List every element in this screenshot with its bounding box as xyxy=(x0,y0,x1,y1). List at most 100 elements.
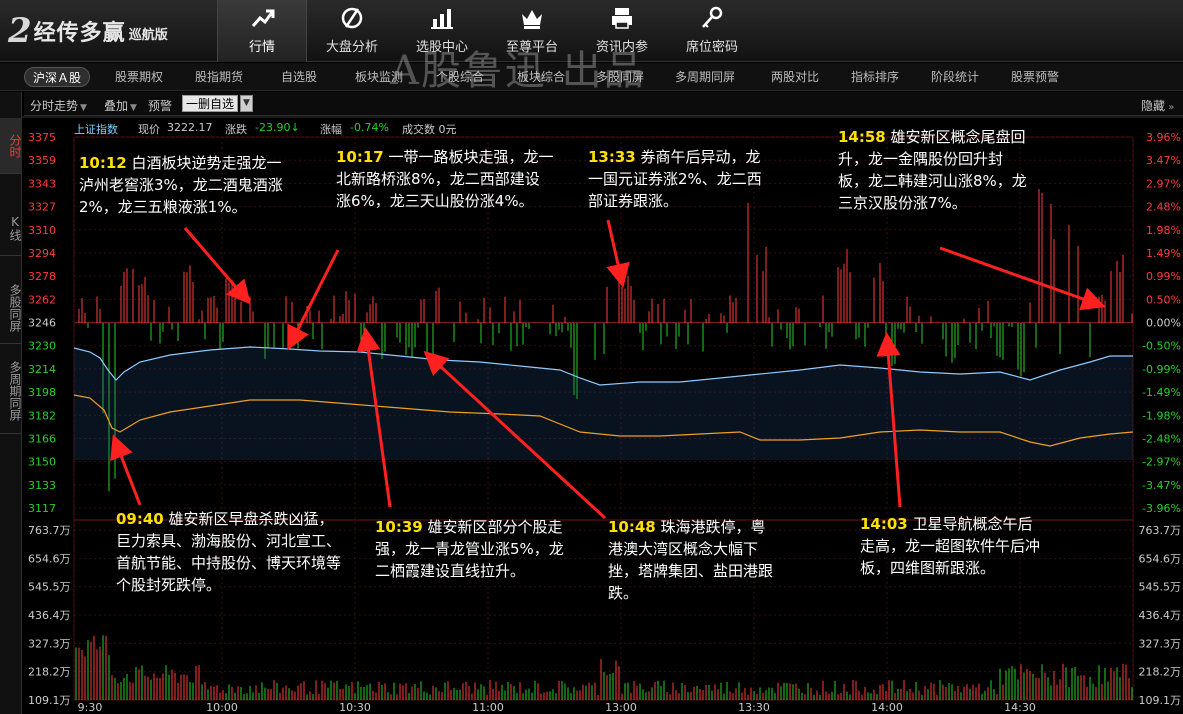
watermark: A股鲁迅 出品 xyxy=(390,48,646,94)
price-tick-label: 3214 xyxy=(28,363,56,376)
annotation-1039: 10:39 雄安新区部分个股走强，龙一青龙管业涨5%，龙二栖霞建设直线拉升。 xyxy=(375,518,564,580)
pct-label: 涨幅 xyxy=(320,123,342,136)
price-label: 现价 xyxy=(138,123,160,136)
time-tick-label: 13:30 xyxy=(738,701,770,714)
annotation-arrow xyxy=(287,249,340,351)
pct-tick-label: 1.49% xyxy=(1146,247,1181,260)
volume-tick-label: 218.2万 xyxy=(28,666,71,679)
vtab-multi-period[interactable]: 多周期同屏 xyxy=(0,348,22,434)
index-name: 上证指数 xyxy=(74,123,118,136)
volume-tick-label-right: 763.7万 xyxy=(1139,524,1182,537)
alert-button[interactable]: 预警 xyxy=(148,97,172,114)
pct-tick-label: 3.96% xyxy=(1146,131,1181,144)
annotation-1403: 14:03 卫星导航概念午后走高，龙一超图软件午后冲板，四维图新跟涨。 xyxy=(860,515,1041,577)
pct-tick-label: 3.47% xyxy=(1146,154,1181,167)
tab-sh-sz-a[interactable]: 沪深Ａ股 xyxy=(24,67,91,87)
pct-tick-label: -3.96% xyxy=(1142,502,1181,515)
change-value: -23.90↓ xyxy=(255,121,300,134)
pct-tick-label: -1.98% xyxy=(1142,409,1181,422)
time-tick-label: 11:00 xyxy=(472,701,504,714)
annotation-1333: 13:33 券商午后异动，龙一国元证券涨2%、龙二西部证券跟涨。 xyxy=(588,148,762,210)
tab-index-futures[interactable]: 股指期货 xyxy=(195,67,243,87)
volume-tick-label: 327.3万 xyxy=(28,637,71,650)
price-tick-label: 3246 xyxy=(28,317,56,330)
time-tick-label: 13:00 xyxy=(605,701,637,714)
chevron-down-icon[interactable]: ▼ xyxy=(240,95,253,112)
volume-tick-label: 109.1万 xyxy=(28,694,71,707)
price-tick-label: 3294 xyxy=(28,247,56,260)
price-tick-label: 3133 xyxy=(28,479,56,492)
price-tick-label: 3343 xyxy=(28,177,56,190)
annotation-1012: 10:12 白酒板块逆势走强龙一泸州老窖涨3%，龙二酒鬼酒涨2%，龙三五粮液涨1… xyxy=(79,154,283,216)
price-tick-label: 3327 xyxy=(28,201,56,214)
logo-edition: 巡航版 xyxy=(128,28,168,43)
time-tick-label: 14:30 xyxy=(1004,701,1036,714)
nav-seat-code[interactable]: 席位密码 xyxy=(667,0,757,62)
pct-tick-label: -2.97% xyxy=(1142,456,1181,469)
annotation-1458: 14:58 雄安新区概念尾盘回升，龙一金隅股份回升封板，龙二韩建河山涨8%，龙三… xyxy=(838,128,1027,212)
vtab-multi-stock[interactable]: 多股同屏 xyxy=(0,272,22,344)
pct-tick-label: -1.49% xyxy=(1142,386,1181,399)
logo-brand: 经传多赢 xyxy=(33,21,126,46)
tab-watchlist[interactable]: 自选股 xyxy=(281,67,317,87)
volume-tick-label: 545.5万 xyxy=(28,581,71,594)
vtab-timeshare[interactable]: 分时 xyxy=(0,118,22,174)
volume-tick-label-right: 327.3万 xyxy=(1139,637,1182,650)
tab-multi-period[interactable]: 多周期同屏 xyxy=(675,67,735,87)
watchlist-select[interactable]: 一删自选 xyxy=(182,95,239,112)
pct-tick-label: 1.98% xyxy=(1146,224,1181,237)
price-tick-label: 3375 xyxy=(28,131,56,144)
bar-chart-icon xyxy=(431,9,453,29)
chart-trend-icon xyxy=(251,9,275,27)
price-tick-label: 3182 xyxy=(28,409,56,422)
annotation-0940: 09:40 雄安新区早盘杀跌凶猛，巨力索具、渤海股份、河北宣工、首航节能、中持股… xyxy=(116,510,342,594)
time-tick-label: 10:00 xyxy=(206,701,238,714)
volume-tick-label: 654.6万 xyxy=(28,552,71,565)
crown-icon xyxy=(522,10,542,29)
pct-tick-label: 0.99% xyxy=(1146,270,1181,283)
tab-stock-options[interactable]: 股票期权 xyxy=(115,67,163,87)
pct-tick-label: 0.50% xyxy=(1146,293,1181,306)
price-value: 3222.17 xyxy=(167,121,213,134)
change-label: 涨跌 xyxy=(225,123,247,136)
hide-toggle[interactable]: 隐藏 » xyxy=(1141,97,1174,114)
no-sign-icon xyxy=(341,7,363,29)
price-tick-label: 3198 xyxy=(28,386,56,399)
price-tick-label: 3359 xyxy=(28,154,56,167)
amount-text: 成交数 0元 xyxy=(402,123,457,136)
time-tick-label: 14:00 xyxy=(871,701,903,714)
vtab-kline[interactable]: K线 xyxy=(0,200,22,256)
price-tick-label: 3310 xyxy=(28,224,56,237)
overlay-dropdown[interactable]: 叠加 ▼ xyxy=(104,97,137,114)
price-tick-label: 3278 xyxy=(28,270,56,283)
volume-tick-label: 436.4万 xyxy=(28,609,71,622)
pct-tick-label: 2.48% xyxy=(1146,201,1181,214)
annotation-1048: 10:48 珠海港跌停，粤港澳大湾区概念大幅下挫，塔牌集团、盐田港跟跌。 xyxy=(608,518,774,602)
price-tick-label: 3166 xyxy=(28,432,56,445)
tab-compare-two[interactable]: 两股对比 xyxy=(771,67,819,87)
volume-tick-label-right: 109.1万 xyxy=(1139,694,1182,707)
printer-icon xyxy=(612,8,632,29)
pct-tick-label: -0.99% xyxy=(1142,363,1181,376)
nav-market-analysis[interactable]: 大盘分析 xyxy=(307,0,397,62)
view-mode-tabs: 分时 K线 多股同屏 多周期同屏 xyxy=(0,92,22,714)
tab-stock-alert[interactable]: 股票预警 xyxy=(1011,67,1059,87)
price-tick-label: 3262 xyxy=(28,293,56,306)
price-area-fill xyxy=(74,347,1133,460)
pct-tick-label: 2.97% xyxy=(1146,177,1181,190)
app-logo: 2 经传多赢 巡航版 xyxy=(8,14,168,48)
tab-period-stats[interactable]: 阶段统计 xyxy=(931,67,979,87)
nav-label: 行情 xyxy=(248,40,275,55)
nav-market[interactable]: 行情 xyxy=(217,0,307,62)
pct-tick-label: -3.47% xyxy=(1142,479,1181,492)
volume-tick-label: 763.7万 xyxy=(28,524,71,537)
pct-tick-label: 0.00% xyxy=(1146,317,1181,330)
volume-tick-label-right: 436.4万 xyxy=(1139,609,1182,622)
pct-tick-label: -2.48% xyxy=(1142,432,1181,445)
price-tick-label: 3230 xyxy=(28,340,56,353)
price-tick-label: 3150 xyxy=(28,456,56,469)
volume-tick-label-right: 218.2万 xyxy=(1139,666,1182,679)
tab-indicator-sort[interactable]: 指标排序 xyxy=(851,67,899,87)
time-tick-label: 9:30 xyxy=(78,701,103,714)
timeshare-dropdown[interactable]: 分时走势 ▼ xyxy=(30,97,87,114)
